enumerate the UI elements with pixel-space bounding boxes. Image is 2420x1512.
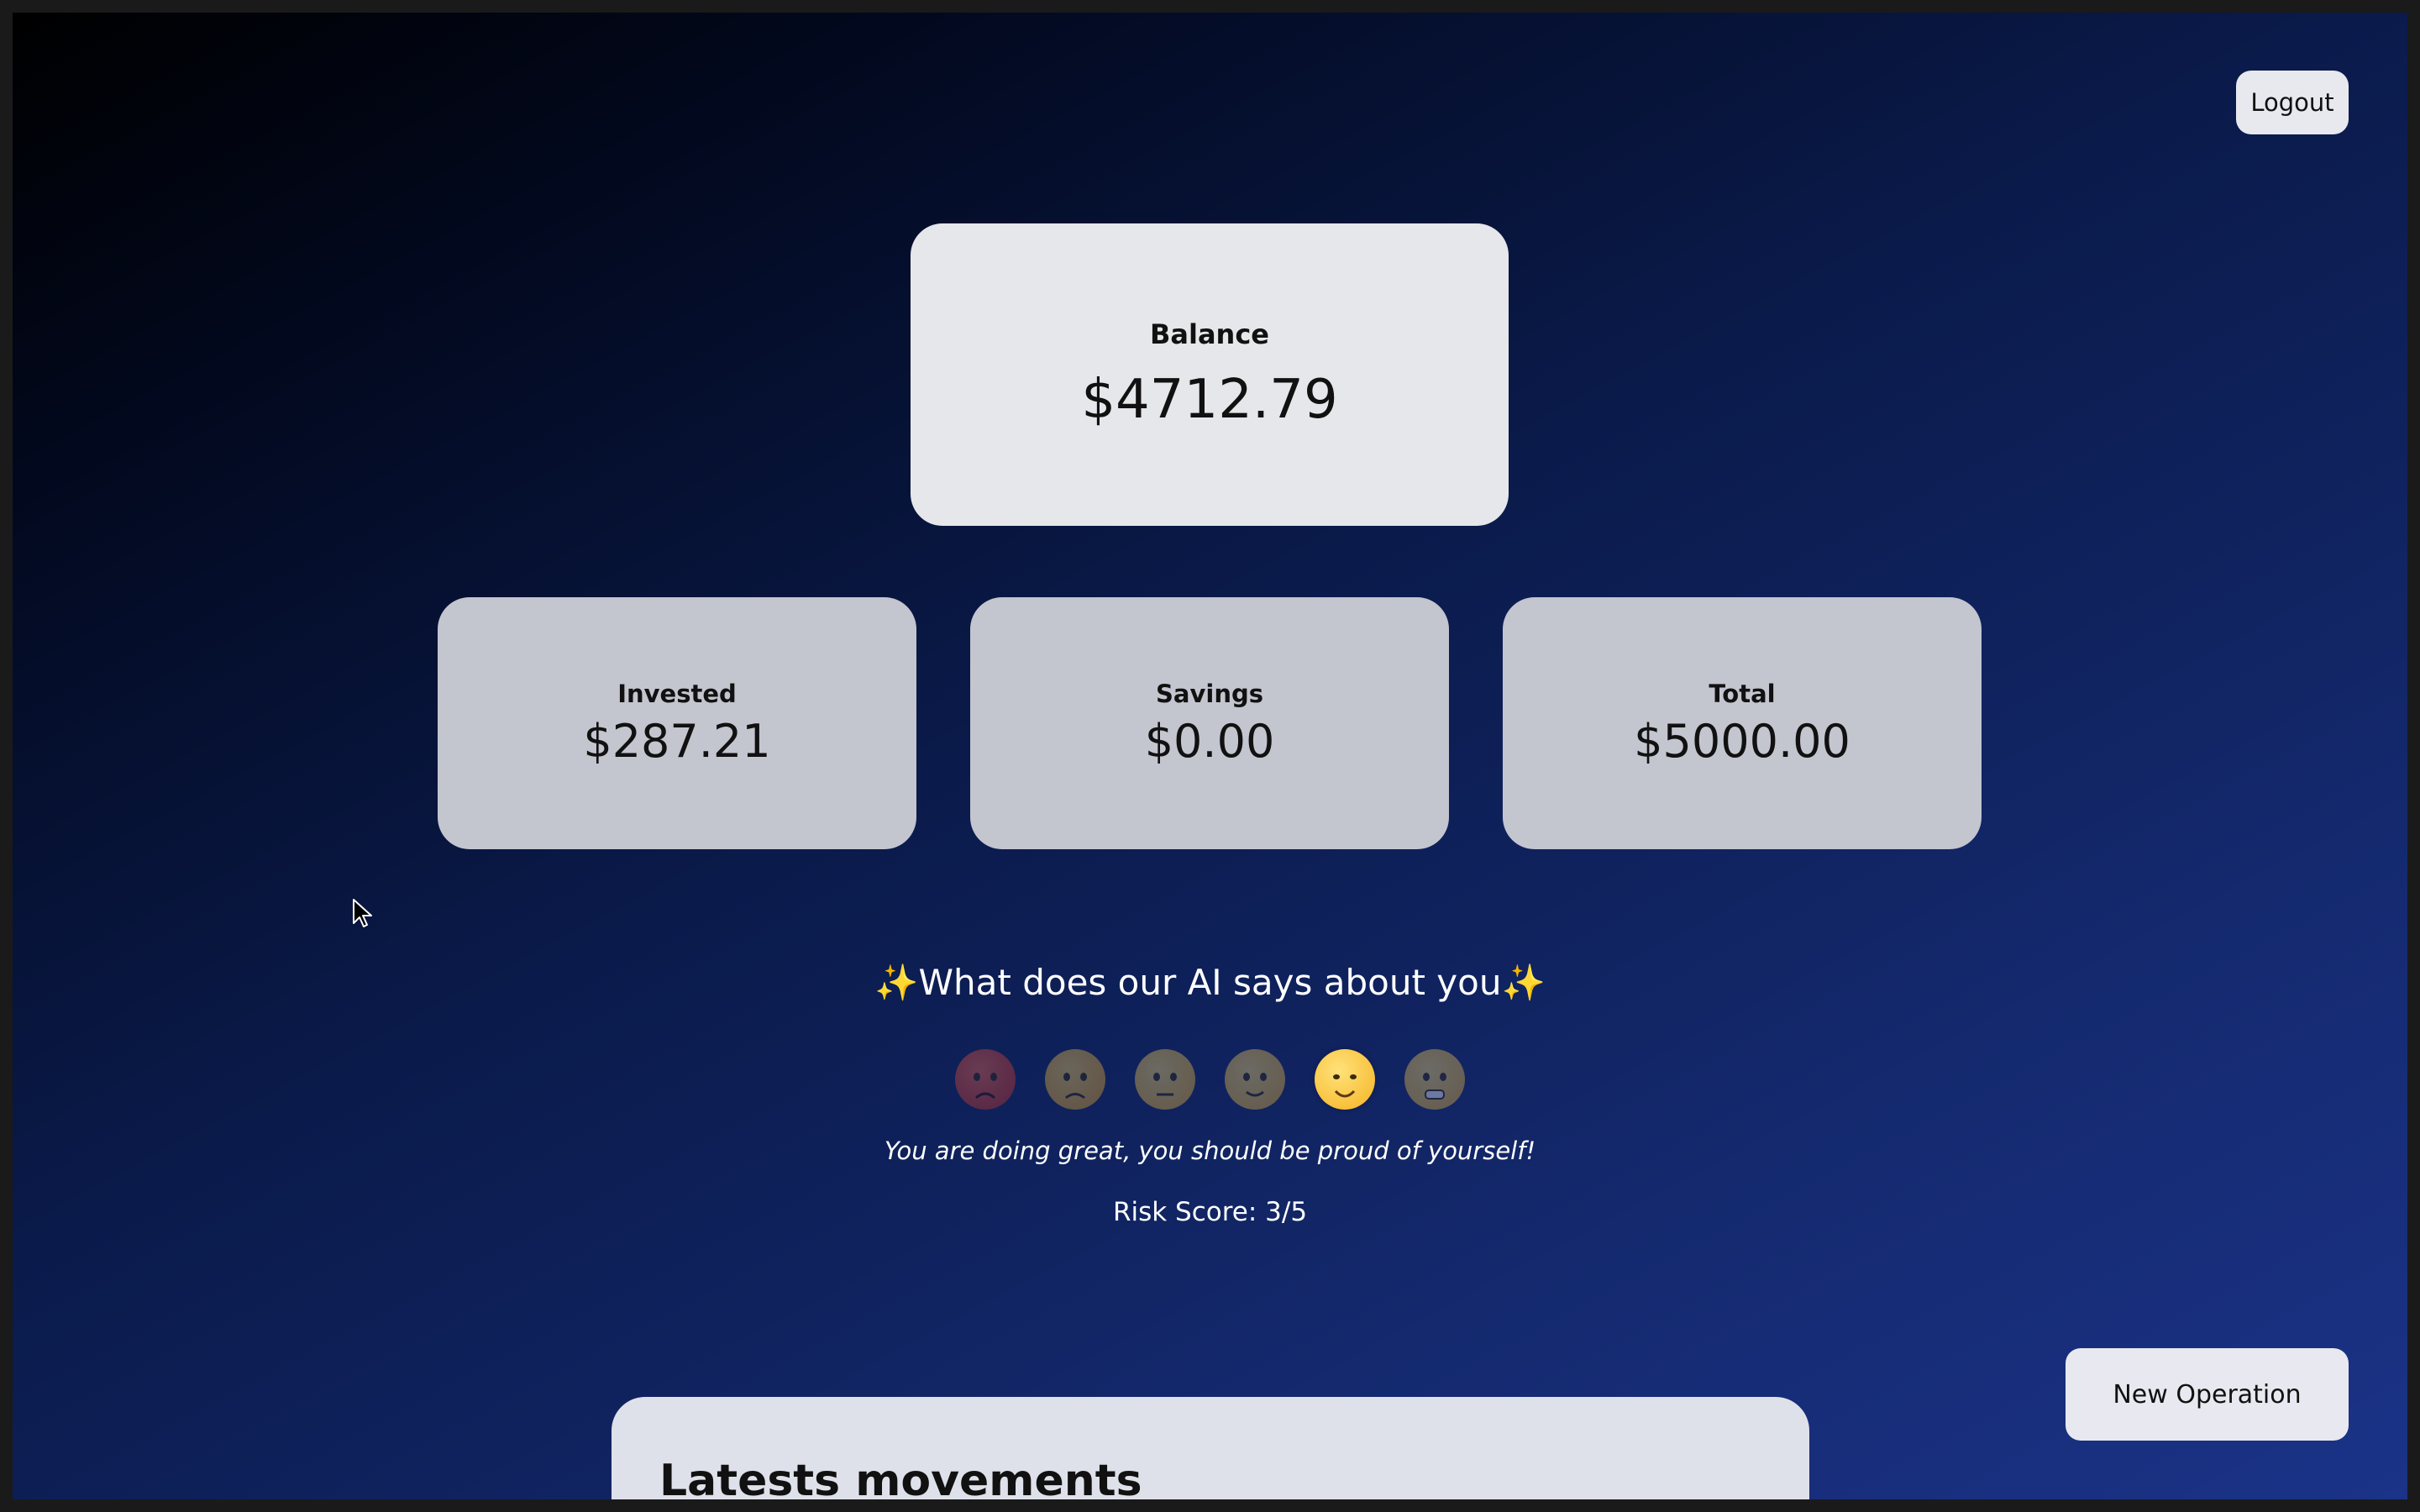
total-label: Total bbox=[1709, 679, 1776, 708]
mouse-cursor-icon bbox=[353, 899, 372, 927]
mood-emoji-row bbox=[13, 1049, 2407, 1110]
risk-score: Risk Score: 3/5 bbox=[1112, 1197, 1308, 1227]
grinning-face-icon[interactable] bbox=[1404, 1049, 1465, 1110]
savings-card: Savings $0.00 bbox=[970, 597, 1449, 849]
balance-label: Balance bbox=[1150, 318, 1269, 350]
savings-value: $0.00 bbox=[1144, 714, 1275, 768]
balance-card: Balance $4712.79 bbox=[911, 223, 1509, 526]
logout-button[interactable]: Logout bbox=[2236, 71, 2349, 134]
smiling-face-icon[interactable] bbox=[1315, 1049, 1375, 1110]
new-operation-button[interactable]: New Operation bbox=[2066, 1348, 2349, 1441]
latest-movements-panel: Latests movements bbox=[612, 1397, 1809, 1499]
invested-label: Invested bbox=[617, 679, 737, 708]
slightly-smiling-face-icon[interactable] bbox=[1225, 1049, 1285, 1110]
dashboard-screen: Logout Balance $4712.79 Invested $287.21… bbox=[13, 13, 2407, 1499]
total-card: Total $5000.00 bbox=[1503, 597, 1982, 849]
ai-section-title: ✨What does our AI says about you✨ bbox=[874, 962, 1546, 1003]
total-value: $5000.00 bbox=[1634, 714, 1850, 768]
invested-value: $287.21 bbox=[583, 714, 771, 768]
invested-card: Invested $287.21 bbox=[438, 597, 916, 849]
angry-face-icon[interactable] bbox=[1045, 1049, 1105, 1110]
movements-title: Latests movements bbox=[659, 1456, 1142, 1499]
ai-message: You are doing great, you should be proud… bbox=[884, 1137, 1536, 1165]
neutral-face-icon[interactable] bbox=[1135, 1049, 1195, 1110]
balance-value: $4712.79 bbox=[1081, 369, 1338, 431]
savings-label: Savings bbox=[1156, 679, 1263, 708]
furious-face-icon[interactable] bbox=[955, 1049, 1016, 1110]
